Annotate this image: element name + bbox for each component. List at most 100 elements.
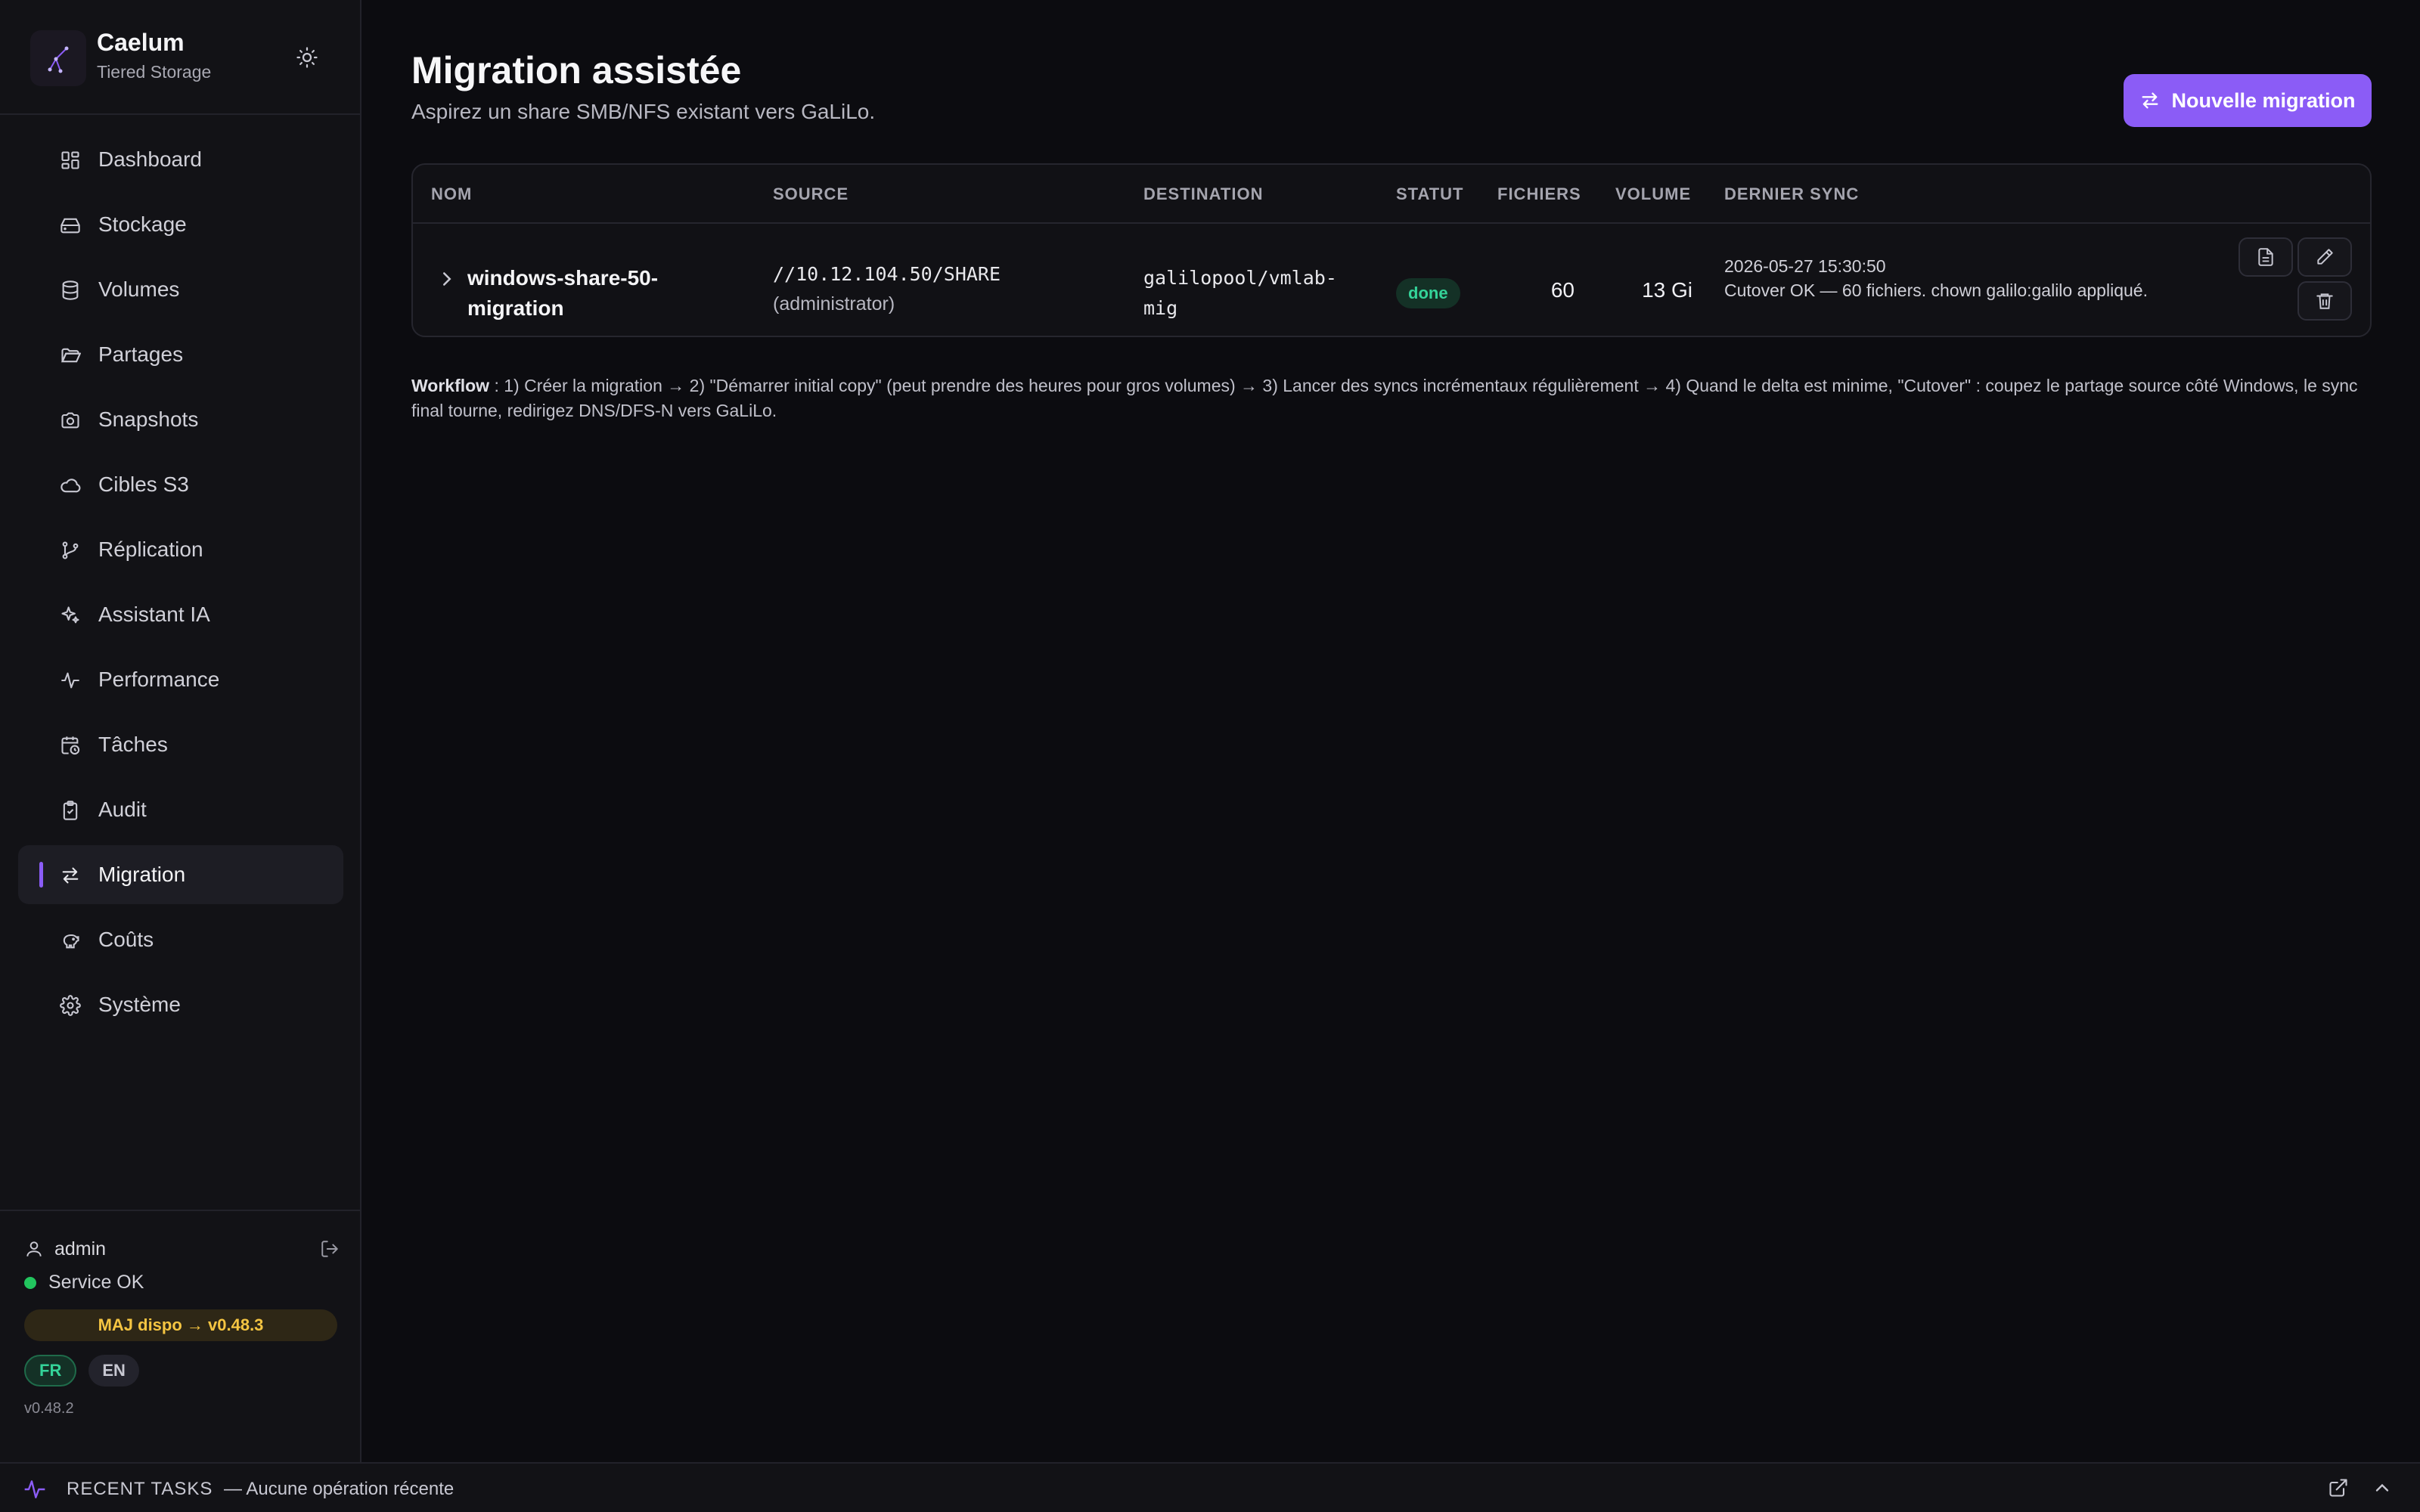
sun-icon — [296, 47, 318, 68]
sidebar-item-label: Dashboard — [98, 147, 202, 171]
sidebar-item-label: Snapshots — [98, 407, 199, 431]
trash-icon — [2316, 293, 2333, 309]
theme-toggle-button[interactable] — [292, 42, 322, 73]
cloud-icon — [59, 474, 82, 497]
brand-logo-icon — [30, 30, 86, 86]
delete-button[interactable] — [2297, 281, 2352, 321]
recent-tasks-bar: RECENT TASKS — Aucune opération récente — [0, 1462, 2420, 1512]
sidebar-nav: Dashboard Stockage Volumes Partages Snap… — [18, 130, 343, 1040]
calendar-clock-icon — [59, 734, 82, 757]
user-icon — [26, 1241, 42, 1256]
column-header-destination[interactable]: DESTINATION — [1143, 184, 1263, 204]
sidebar-item-systeme[interactable]: Système — [18, 975, 343, 1034]
sidebar-item-label: Performance — [98, 668, 220, 691]
expand-tasks-button[interactable] — [2372, 1477, 2396, 1501]
camera-icon — [59, 409, 82, 432]
migration-source-user: (administrator) — [773, 293, 895, 314]
database-icon — [59, 279, 82, 302]
migration-name: windows-share-50-migration — [467, 266, 659, 320]
sidebar-item-partages[interactable]: Partages — [18, 325, 343, 384]
arrows-swap-icon — [2142, 92, 2158, 109]
open-tasks-button[interactable] — [2328, 1477, 2352, 1501]
logout-icon — [321, 1241, 338, 1257]
app-version: v0.48.2 — [24, 1400, 74, 1417]
migration-destination: galilopool/vmlab-mig — [1143, 267, 1337, 319]
new-migration-button[interactable]: Nouvelle migration — [2124, 74, 2372, 127]
column-header-last-sync[interactable]: DERNIER SYNC — [1724, 184, 1859, 204]
brand-header: Caelum Tiered Storage — [0, 0, 360, 115]
activity-icon — [24, 1480, 45, 1498]
migrations-table: NOM SOURCE DESTINATION STATUT FICHIERS V… — [411, 163, 2372, 337]
chevron-up-icon — [2375, 1483, 2389, 1492]
brand-name: Caelum — [97, 29, 185, 56]
migration-volume: 13 Gi — [1642, 278, 1692, 302]
sidebar-item-cibles-s3[interactable]: Cibles S3 — [18, 455, 343, 514]
dashboard-icon — [59, 149, 82, 172]
sidebar-item-stockage[interactable]: Stockage — [18, 195, 343, 254]
sidebar-item-volumes[interactable]: Volumes — [18, 260, 343, 319]
lang-fr-button[interactable]: FR — [24, 1355, 77, 1387]
brand-subtitle: Tiered Storage — [97, 62, 212, 82]
user-row: admin — [24, 1235, 342, 1263]
sidebar-item-assistant-ia[interactable]: Assistant IA — [18, 585, 343, 644]
migration-files: 60 — [1550, 278, 1575, 302]
sync-time: 2026-05-27 15:30:50 — [1724, 256, 1886, 276]
clipboard-icon — [59, 799, 82, 822]
sync-message: Cutover OK — 60 fichiers. chown galilo:g… — [1724, 280, 2148, 300]
chevron-right-icon — [443, 272, 451, 286]
file-text-icon — [2258, 248, 2273, 266]
page-title: Migration assistée — [411, 49, 742, 91]
git-branch-icon — [59, 539, 82, 562]
sidebar-item-label: Cibles S3 — [98, 472, 189, 496]
gear-icon — [59, 994, 82, 1017]
sidebar-item-label: Réplication — [98, 538, 203, 561]
workflow-text: : 1) Créer la migration → 2) "Démarrer i… — [411, 376, 2358, 420]
sidebar: Caelum Tiered Storage Dashboard Stockage… — [0, 0, 361, 1462]
column-header-files[interactable]: FICHIERS — [1497, 184, 1581, 204]
status-badge: done — [1396, 278, 1460, 308]
table-row[interactable]: windows-share-50-migration //10.12.104.5… — [413, 224, 2370, 337]
lang-en-button[interactable]: EN — [88, 1355, 139, 1387]
sidebar-item-dashboard[interactable]: Dashboard — [18, 130, 343, 189]
sidebar-item-migration[interactable]: Migration — [18, 845, 343, 904]
workflow-help: Workflow : 1) Créer la migration → 2) "D… — [411, 373, 2372, 423]
sidebar-item-label: Système — [98, 993, 181, 1016]
piggy-bank-icon — [59, 929, 82, 952]
sidebar-item-label: Migration — [98, 863, 186, 886]
sidebar-item-label: Stockage — [98, 212, 187, 236]
service-status: Service OK — [24, 1272, 144, 1294]
main-content: Migration assistée Aspirez un share SMB/… — [361, 0, 2420, 1462]
language-switcher: FR EN — [24, 1355, 139, 1387]
sidebar-footer: admin Service OK MAJ dispo → v0.48.3 FR … — [0, 1210, 360, 1462]
sidebar-item-performance[interactable]: Performance — [18, 650, 343, 709]
column-header-volume[interactable]: VOLUME — [1615, 184, 1691, 204]
sidebar-item-label: Audit — [98, 798, 147, 821]
update-available-badge[interactable]: MAJ dispo → v0.48.3 — [24, 1309, 337, 1341]
sidebar-item-couts[interactable]: Coûts — [18, 910, 343, 969]
page-subtitle: Aspirez un share SMB/NFS existant vers G… — [411, 100, 876, 123]
status-dot-icon — [24, 1276, 36, 1289]
column-header-status[interactable]: STATUT — [1396, 184, 1464, 204]
expand-row-button[interactable] — [436, 268, 458, 290]
migration-source: //10.12.104.50/SHARE — [773, 263, 1001, 285]
migration-last-sync: 2026-05-27 15:30:50 Cutover OK — 60 fich… — [1724, 254, 2148, 302]
sidebar-item-replication[interactable]: Réplication — [18, 520, 343, 579]
sidebar-item-label: Volumes — [98, 277, 180, 301]
sidebar-item-label: Tâches — [98, 733, 168, 756]
view-log-button[interactable] — [2238, 237, 2293, 277]
hard-drive-icon — [59, 214, 82, 237]
new-migration-label: Nouvelle migration — [2171, 88, 2356, 112]
edit-button[interactable] — [2297, 237, 2352, 277]
recent-tasks-title: RECENT TASKS — [67, 1479, 213, 1499]
sidebar-item-taches[interactable]: Tâches — [18, 715, 343, 774]
column-header-name[interactable]: NOM — [431, 184, 472, 204]
column-header-source[interactable]: SOURCE — [773, 184, 849, 204]
sidebar-item-snapshots[interactable]: Snapshots — [18, 390, 343, 449]
sidebar-item-audit[interactable]: Audit — [18, 780, 343, 839]
activity-icon — [59, 669, 82, 692]
arrows-swap-icon — [59, 864, 82, 887]
recent-tasks-status: — Aucune opération récente — [224, 1479, 455, 1499]
external-link-icon — [2329, 1479, 2347, 1497]
logout-button[interactable] — [318, 1237, 342, 1261]
sidebar-item-label: Partages — [98, 342, 184, 366]
